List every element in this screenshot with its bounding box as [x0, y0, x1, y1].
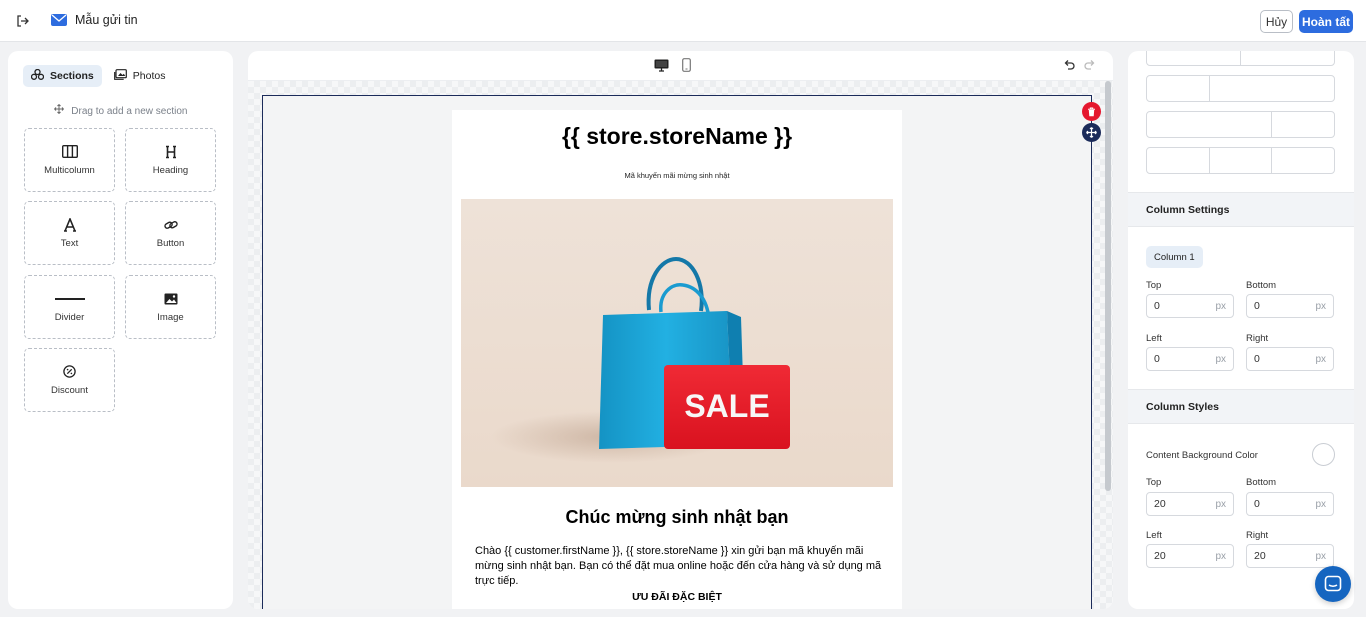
tab-sections-label: Sections: [50, 70, 94, 82]
undo-icon[interactable]: [1063, 59, 1075, 74]
block-label: Image: [157, 311, 184, 323]
style-bottom-input[interactable]: 0 px: [1246, 492, 1334, 516]
sections-panel: Sections Photos Drag to add a new sectio…: [8, 51, 233, 609]
unit-label: px: [1215, 353, 1226, 365]
padding-bottom-label: Bottom: [1246, 280, 1277, 291]
input-value: 20: [1254, 550, 1266, 562]
unit-label: px: [1315, 353, 1326, 365]
canvas-scrollbar[interactable]: [1105, 81, 1111, 491]
padding-top-input[interactable]: 0 px: [1146, 294, 1234, 318]
canvas-toolbar: [248, 51, 1113, 81]
move-icon: [53, 104, 67, 117]
input-value: 20: [1154, 550, 1166, 562]
email-subtitle[interactable]: Mã khuyến mãi mừng sinh nhật: [452, 171, 902, 180]
photos-icon: [113, 69, 127, 83]
cancel-button[interactable]: Hủy: [1260, 10, 1293, 33]
block-divider[interactable]: Divider: [24, 275, 115, 339]
heading-icon: [164, 145, 178, 159]
desktop-view-icon[interactable]: [654, 59, 669, 75]
style-right-input[interactable]: 20 px: [1246, 544, 1334, 568]
panel-tabs: Sections Photos: [23, 65, 173, 87]
style-bottom-label: Bottom: [1246, 477, 1277, 488]
padding-right-label: Right: [1246, 333, 1269, 344]
content-bg-color-label: Content Background Color: [1146, 450, 1258, 461]
padding-bottom-input[interactable]: 0 px: [1246, 294, 1334, 318]
input-value: 20: [1154, 498, 1166, 510]
done-button[interactable]: Hoàn tất: [1299, 10, 1353, 33]
tab-photos[interactable]: Photos: [106, 65, 174, 87]
hero-image[interactable]: SALE: [461, 199, 893, 487]
layout-option-row[interactable]: [1146, 147, 1335, 174]
block-label: Multicolumn: [44, 164, 95, 176]
unit-label: px: [1215, 300, 1226, 312]
editor-canvas: {{ store.storeName }} Mã khuyến mãi mừng…: [248, 51, 1113, 609]
unit-label: px: [1315, 550, 1326, 562]
sale-bag-illustration: SALE: [491, 256, 790, 463]
style-right-label: Right: [1246, 530, 1269, 541]
sale-text: SALE: [684, 388, 769, 424]
divider-icon: [54, 292, 85, 306]
email-body-text[interactable]: Chào {{ customer.firstName }}, {{ store.…: [475, 544, 885, 589]
padding-top-label: Top: [1146, 280, 1162, 291]
input-value: 0: [1254, 498, 1260, 510]
column-settings-header[interactable]: Column Settings: [1128, 192, 1354, 227]
link-icon: [163, 218, 178, 232]
tab-photos-label: Photos: [132, 70, 166, 82]
text-icon: [63, 217, 77, 232]
tab-sections[interactable]: Sections: [23, 65, 102, 87]
block-text[interactable]: Text: [24, 201, 115, 265]
drag-hint: Drag to add a new section: [8, 104, 233, 117]
top-bar: Mẫu gửi tin Hủy Hoàn tất: [0, 0, 1366, 42]
layout-option-row[interactable]: [1146, 75, 1335, 102]
input-value: 0: [1154, 353, 1160, 365]
block-button[interactable]: Button: [125, 201, 216, 265]
discount-icon: [63, 365, 76, 379]
column-1-chip[interactable]: Column 1: [1146, 246, 1203, 268]
drag-hint-text: Drag to add a new section: [71, 106, 188, 117]
block-label: Heading: [152, 164, 189, 176]
move-section-icon[interactable]: [1082, 123, 1101, 142]
style-top-label: Top: [1146, 477, 1162, 488]
exit-icon[interactable]: [12, 11, 32, 31]
content-bg-color-picker[interactable]: [1312, 443, 1335, 466]
block-label: Divider: [54, 311, 85, 323]
unit-label: px: [1315, 498, 1326, 510]
padding-left-label: Left: [1146, 333, 1162, 344]
unit-label: px: [1215, 498, 1226, 510]
mail-icon: [51, 13, 67, 27]
layout-option-row[interactable]: [1146, 51, 1335, 66]
block-label: Button: [156, 237, 185, 249]
input-value: 0: [1254, 353, 1260, 365]
padding-left-input[interactable]: 0 px: [1146, 347, 1234, 371]
block-label: Text: [60, 237, 79, 249]
unit-label: px: [1215, 550, 1226, 562]
style-left-input[interactable]: 20 px: [1146, 544, 1234, 568]
sections-icon: [30, 68, 45, 83]
block-multicolumn[interactable]: Multicolumn: [24, 128, 115, 192]
input-value: 0: [1254, 300, 1260, 312]
layout-option-row[interactable]: [1146, 111, 1335, 138]
block-heading[interactable]: Heading: [125, 128, 216, 192]
email-promo-title[interactable]: ƯU ĐÃI ĐẶC BIỆT: [452, 591, 902, 603]
mobile-view-icon[interactable]: [682, 58, 691, 75]
chat-support-icon[interactable]: [1315, 566, 1351, 602]
block-image[interactable]: Image: [125, 275, 216, 339]
email-store-name[interactable]: {{ store.storeName }}: [452, 123, 902, 150]
padding-right-input[interactable]: 0 px: [1246, 347, 1334, 371]
page-title: Mẫu gửi tin: [75, 13, 138, 27]
delete-section-icon[interactable]: [1082, 102, 1101, 121]
email-preview: {{ store.storeName }} Mã khuyến mãi mừng…: [452, 110, 902, 609]
properties-panel: Column Settings Column 1 Top Bottom 0 px …: [1128, 51, 1354, 609]
column-styles-header[interactable]: Column Styles: [1128, 389, 1354, 424]
unit-label: px: [1315, 300, 1326, 312]
redo-icon[interactable]: [1084, 59, 1096, 74]
columns-icon: [61, 145, 78, 159]
style-top-input[interactable]: 20 px: [1146, 492, 1234, 516]
image-icon: [164, 292, 178, 306]
style-left-label: Left: [1146, 530, 1162, 541]
input-value: 0: [1154, 300, 1160, 312]
email-heading[interactable]: Chúc mừng sinh nhật bạn: [452, 507, 902, 528]
block-discount[interactable]: Discount: [24, 348, 115, 412]
block-label: Discount: [51, 384, 88, 396]
